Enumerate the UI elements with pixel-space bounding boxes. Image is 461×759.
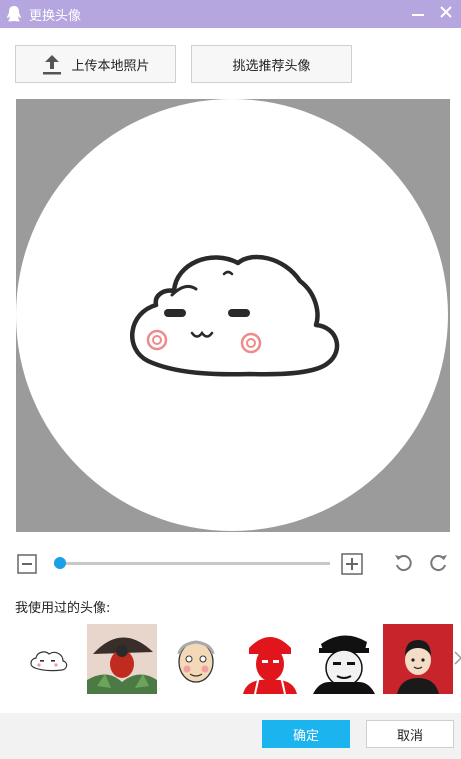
- upload-label: 上传本地照片: [71, 58, 150, 74]
- recent-avatar-red-stencil-soldier[interactable]: [235, 624, 305, 694]
- avatar-preview[interactable]: [16, 99, 450, 532]
- choose-recommended-avatar-button[interactable]: 挑选推荐头像: [191, 45, 352, 83]
- cancel-button[interactable]: 取消: [366, 720, 454, 748]
- minimize-icon[interactable]: [406, 2, 430, 24]
- title-bar: 更换头像: [0, 0, 461, 28]
- cute-cloud-avatar: [16, 99, 448, 531]
- zoom-out-icon[interactable]: [17, 554, 37, 574]
- ok-button[interactable]: 确定: [262, 720, 350, 748]
- chevron-right-icon[interactable]: [453, 650, 461, 666]
- zoom-in-icon[interactable]: [341, 553, 363, 575]
- upload-local-photo-button[interactable]: 上传本地照片: [15, 45, 176, 83]
- recent-avatar-cloud-face[interactable]: [13, 624, 83, 694]
- recent-avatar-red-figure-umbrella[interactable]: [87, 624, 157, 694]
- slider-handle[interactable]: [53, 557, 66, 569]
- choose-label: 挑选推荐头像: [232, 58, 311, 74]
- recent-avatars-label: 我使用过的头像:: [15, 601, 111, 616]
- zoom-slider[interactable]: [48, 556, 330, 572]
- recent-avatars-list: [13, 624, 453, 694]
- recent-avatar-elderly-man-cartoon[interactable]: [161, 624, 231, 694]
- qq-penguin-icon: [7, 6, 21, 22]
- recent-avatar-cap-wearing-man-meme[interactable]: [309, 624, 379, 694]
- close-icon[interactable]: [434, 2, 458, 24]
- rotate-left-icon[interactable]: [392, 551, 414, 573]
- rotate-right-icon[interactable]: [428, 551, 450, 573]
- window-title: 更换头像: [29, 9, 82, 24]
- slider-track: [54, 562, 330, 565]
- upload-arrow-icon: [43, 55, 62, 75]
- recent-avatar-cartoon-man-red-background[interactable]: [383, 624, 453, 694]
